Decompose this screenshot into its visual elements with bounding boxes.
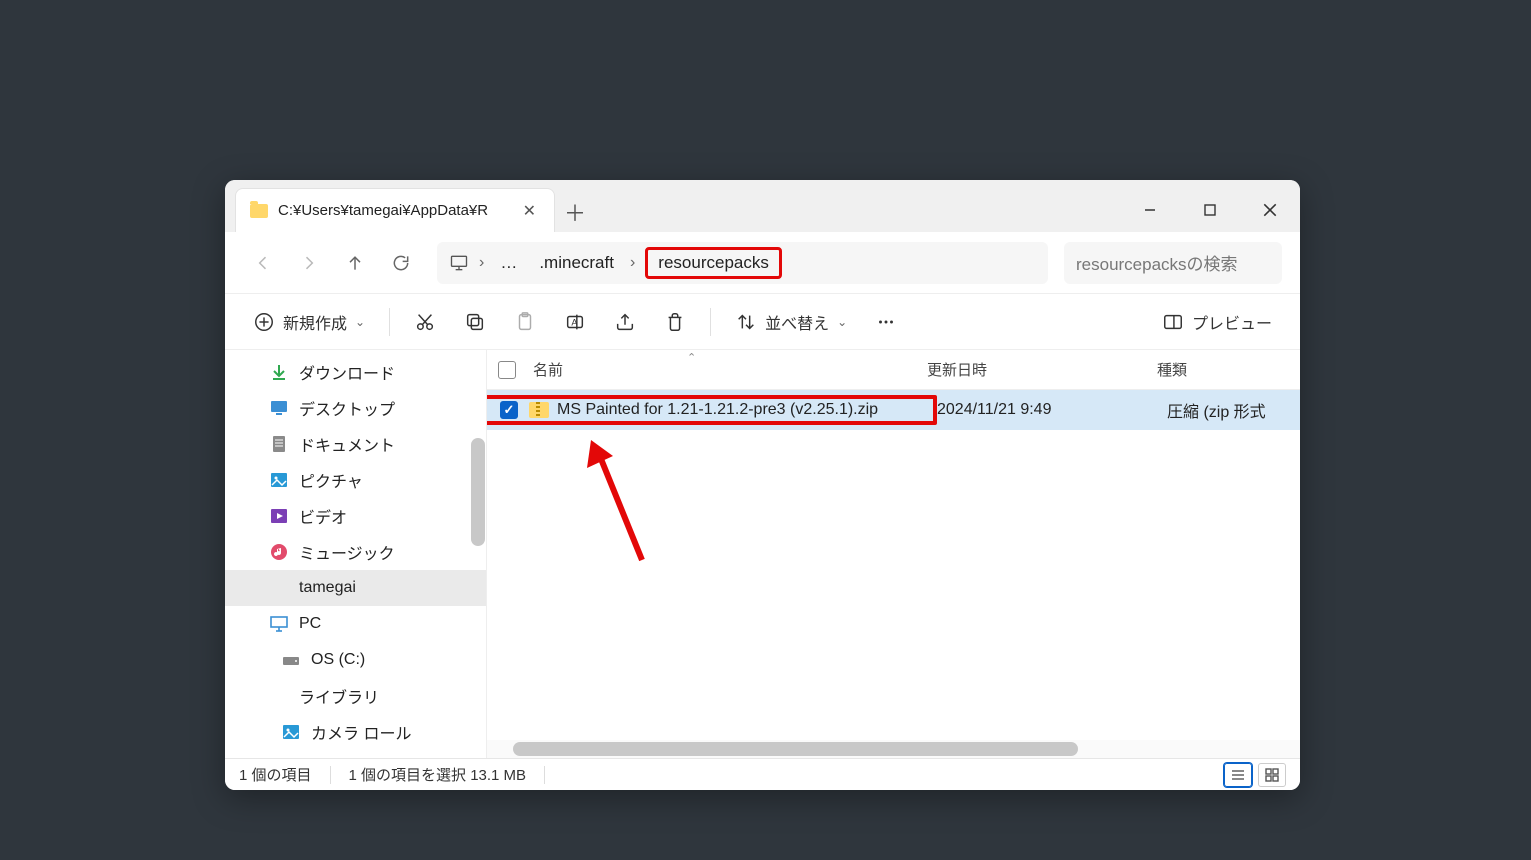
preview-button[interactable]: プレビュー xyxy=(1150,302,1284,342)
sidebar-item-ドキュメント[interactable]: ドキュメント xyxy=(225,426,486,462)
document-icon xyxy=(269,434,289,454)
window-controls xyxy=(1120,188,1300,232)
separator xyxy=(710,308,711,336)
status-selected: 1 個の項目を選択 13.1 MB xyxy=(349,764,527,785)
cut-button[interactable] xyxy=(402,302,448,342)
status-item-count: 1 個の項目 xyxy=(239,764,312,785)
column-date[interactable]: 更新日時 xyxy=(927,359,1157,380)
horizontal-scrollbar[interactable] xyxy=(487,740,1300,758)
sidebar-item-label: ピクチャ xyxy=(299,468,363,492)
tab-title: C:¥Users¥tamegai¥AppData¥R xyxy=(278,202,488,219)
rename-button[interactable]: A xyxy=(552,302,598,342)
file-name: MS Painted for 1.21-1.21.2-pre3 (v2.25.1… xyxy=(557,401,878,419)
sidebar[interactable]: ダウンロードデスクトップドキュメントピクチャビデオミュージック tamegai PC… xyxy=(225,350,487,758)
desktop-icon xyxy=(269,398,289,418)
body: ダウンロードデスクトップドキュメントピクチャビデオミュージック tamegai PC… xyxy=(225,350,1300,758)
paste-button[interactable] xyxy=(502,302,548,342)
download-icon xyxy=(269,362,289,382)
sidebar-item-ミュージック[interactable]: ミュージック xyxy=(225,534,486,570)
chevron-down-icon: ⌄ xyxy=(837,315,847,329)
file-row[interactable]: MS Painted for 1.21-1.21.2-pre3 (v2.25.1… xyxy=(487,390,1300,430)
sidebar-item-label: デスクトップ xyxy=(299,396,395,420)
delete-button[interactable] xyxy=(652,302,698,342)
sidebar-item-label: ダウンロード xyxy=(299,360,395,384)
close-window-button[interactable] xyxy=(1240,188,1300,232)
folder-icon xyxy=(269,578,289,598)
sidebar-item-PC[interactable]: PC xyxy=(225,606,486,642)
picture-icon xyxy=(281,722,301,742)
tab-active[interactable]: C:¥Users¥tamegai¥AppData¥R ✕ xyxy=(235,188,555,232)
search-input[interactable]: resourcepacksの検索 xyxy=(1064,242,1282,284)
search-placeholder: resourcepacksの検索 xyxy=(1076,250,1238,275)
separator xyxy=(330,766,331,784)
sidebar-item-label: PC xyxy=(299,615,321,633)
scrollbar-thumb[interactable] xyxy=(513,742,1078,756)
nav-row: › … .minecraft › resourcepacks resourcep… xyxy=(225,232,1300,294)
back-button[interactable] xyxy=(243,243,283,283)
column-type[interactable]: 種類 xyxy=(1157,359,1300,380)
sort-indicator-icon: ⌃ xyxy=(687,351,696,364)
sidebar-item-label: ドキュメント xyxy=(299,432,395,456)
copy-button[interactable] xyxy=(452,302,498,342)
chevron-right-icon: › xyxy=(630,254,635,272)
sidebar-item-ビデオ[interactable]: ビデオ xyxy=(225,498,486,534)
toolbar: 新規作成 ⌄ A 並べ替え ⌄ プレビュー xyxy=(225,294,1300,350)
view-toggles xyxy=(1224,763,1286,787)
column-headers: 名前⌃ 更新日時 種類 xyxy=(487,350,1300,390)
file-type: 圧縮 (zip 形式 xyxy=(1167,398,1300,422)
picture-icon xyxy=(269,470,289,490)
select-all-checkbox[interactable] xyxy=(487,361,527,379)
column-name[interactable]: 名前⌃ xyxy=(527,359,927,380)
chevron-right-icon: › xyxy=(479,254,484,272)
sidebar-item-label: ミュージック xyxy=(299,540,395,564)
drive-icon xyxy=(281,650,301,670)
forward-button[interactable] xyxy=(289,243,329,283)
breadcrumb-minecraft[interactable]: .minecraft xyxy=(533,249,620,277)
sidebar-item-ダウンロード[interactable]: ダウンロード xyxy=(225,354,486,390)
sidebar-item-label: OS (C:) xyxy=(311,651,365,669)
video-icon xyxy=(269,506,289,526)
sort-button[interactable]: 並べ替え ⌄ xyxy=(723,302,859,342)
pc-icon xyxy=(269,614,289,634)
breadcrumb-ellipsis[interactable]: … xyxy=(494,249,523,277)
up-button[interactable] xyxy=(335,243,375,283)
sidebar-item-label: ビデオ xyxy=(299,504,347,528)
music-icon xyxy=(269,542,289,562)
more-button[interactable] xyxy=(863,302,909,342)
sidebar-item-label: カメラ ロール xyxy=(311,720,411,744)
sidebar-item-ライブラリ[interactable]: ライブラリ xyxy=(225,678,486,714)
explorer-window: C:¥Users¥tamegai¥AppData¥R ✕ ＋ › … .mine… xyxy=(225,180,1300,790)
sidebar-item-カメラ ロール[interactable]: カメラ ロール xyxy=(225,714,486,750)
row-checkbox[interactable] xyxy=(489,401,529,419)
share-button[interactable] xyxy=(602,302,648,342)
scrollbar-thumb[interactable] xyxy=(471,438,485,546)
refresh-button[interactable] xyxy=(381,243,421,283)
sidebar-item-OS (C:)[interactable]: OS (C:) xyxy=(225,642,486,678)
chevron-down-icon: ⌄ xyxy=(355,315,365,329)
address-bar[interactable]: › … .minecraft › resourcepacks xyxy=(437,242,1048,284)
maximize-button[interactable] xyxy=(1180,188,1240,232)
titlebar: C:¥Users¥tamegai¥AppData¥R ✕ ＋ xyxy=(225,180,1300,232)
sidebar-item-label: tamegai xyxy=(299,579,356,597)
status-bar: 1 個の項目 1 個の項目を選択 13.1 MB xyxy=(225,758,1300,790)
separator xyxy=(544,766,545,784)
view-tiles-button[interactable] xyxy=(1258,763,1286,787)
file-pane: 名前⌃ 更新日時 種類 MS Painted for 1.21-1.21.2-p… xyxy=(487,350,1300,758)
sidebar-item-label: ライブラリ xyxy=(299,684,379,708)
pc-icon xyxy=(449,253,469,273)
sidebar-item-デスクトップ[interactable]: デスクトップ xyxy=(225,390,486,426)
file-date: 2024/11/21 9:49 xyxy=(937,401,1167,419)
folder-icon xyxy=(269,686,289,706)
folder-icon xyxy=(250,204,268,218)
sidebar-item-tamegai[interactable]: tamegai xyxy=(225,570,486,606)
view-details-button[interactable] xyxy=(1224,763,1252,787)
separator xyxy=(389,308,390,336)
new-button[interactable]: 新規作成 ⌄ xyxy=(241,302,377,342)
new-tab-button[interactable]: ＋ xyxy=(555,192,595,232)
sidebar-item-ピクチャ[interactable]: ピクチャ xyxy=(225,462,486,498)
breadcrumb-resourcepacks[interactable]: resourcepacks xyxy=(645,247,782,279)
tab-close-icon[interactable]: ✕ xyxy=(519,197,540,225)
minimize-button[interactable] xyxy=(1120,188,1180,232)
zip-icon xyxy=(529,402,549,418)
